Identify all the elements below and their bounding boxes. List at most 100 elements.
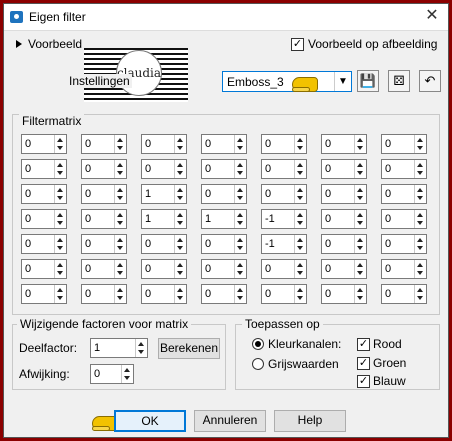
matrix-cell[interactable]: 0 xyxy=(81,284,127,304)
blue-checkbox[interactable]: ✓ xyxy=(357,375,370,388)
spinner-arrows-icon[interactable] xyxy=(354,235,366,253)
spinner-arrows-icon[interactable] xyxy=(294,185,306,203)
matrix-cell[interactable]: 0 xyxy=(21,209,67,229)
divisor-spinner[interactable]: 1 xyxy=(90,338,148,358)
spinner-arrows-icon[interactable] xyxy=(414,210,426,228)
spinner-arrows-icon[interactable] xyxy=(114,260,126,278)
matrix-cell[interactable]: 0 xyxy=(321,209,367,229)
matrix-cell[interactable]: 0 xyxy=(81,209,127,229)
matrix-cell[interactable]: 0 xyxy=(261,184,307,204)
spinner-arrows-icon[interactable] xyxy=(414,260,426,278)
matrix-cell[interactable]: -1 xyxy=(261,209,307,229)
spinner-arrows-icon[interactable] xyxy=(234,160,246,178)
ok-button[interactable]: OK xyxy=(114,410,186,432)
spinner-arrows-icon[interactable] xyxy=(114,160,126,178)
spinner-arrows-icon[interactable] xyxy=(414,160,426,178)
red-checkbox[interactable]: ✓ xyxy=(357,338,370,351)
green-checkbox[interactable]: ✓ xyxy=(357,357,370,370)
matrix-cell[interactable]: 0 xyxy=(321,184,367,204)
matrix-cell[interactable]: 0 xyxy=(201,284,247,304)
preset-dropdown[interactable]: Emboss_3 ▼ xyxy=(222,71,352,92)
spinner-arrows-icon[interactable] xyxy=(54,160,66,178)
matrix-cell[interactable]: 0 xyxy=(21,234,67,254)
matrix-cell[interactable]: 0 xyxy=(381,134,427,154)
save-preset-button[interactable]: 💾 xyxy=(357,70,379,92)
spinner-arrows-icon[interactable] xyxy=(174,285,186,303)
matrix-cell[interactable]: 0 xyxy=(141,284,187,304)
matrix-cell[interactable]: 0 xyxy=(21,159,67,179)
matrix-cell[interactable]: 0 xyxy=(201,134,247,154)
matrix-cell[interactable]: 0 xyxy=(381,159,427,179)
spinner-arrows-icon[interactable] xyxy=(174,135,186,153)
bias-spinner[interactable]: 0 xyxy=(90,364,134,384)
matrix-cell[interactable]: 0 xyxy=(141,134,187,154)
spinner-arrows-icon[interactable] xyxy=(54,185,66,203)
matrix-cell[interactable]: 0 xyxy=(21,134,67,154)
spinner-arrows-icon[interactable] xyxy=(294,210,306,228)
spinner-arrows-icon[interactable] xyxy=(121,365,133,383)
matrix-cell[interactable]: 0 xyxy=(141,234,187,254)
spinner-arrows-icon[interactable] xyxy=(354,135,366,153)
spinner-arrows-icon[interactable] xyxy=(174,235,186,253)
spinner-arrows-icon[interactable] xyxy=(54,210,66,228)
spinner-arrows-icon[interactable] xyxy=(354,260,366,278)
spinner-arrows-icon[interactable] xyxy=(114,235,126,253)
color-channels-radio[interactable] xyxy=(252,338,264,350)
help-button[interactable]: Help xyxy=(274,410,346,432)
matrix-cell[interactable]: 0 xyxy=(321,159,367,179)
reset-button[interactable]: ↶ xyxy=(419,70,441,92)
spinner-arrows-icon[interactable] xyxy=(54,260,66,278)
matrix-cell[interactable]: 0 xyxy=(321,284,367,304)
matrix-cell[interactable]: 0 xyxy=(81,134,127,154)
matrix-cell[interactable]: 0 xyxy=(261,259,307,279)
matrix-cell[interactable]: 0 xyxy=(21,259,67,279)
spinner-arrows-icon[interactable] xyxy=(234,135,246,153)
spinner-arrows-icon[interactable] xyxy=(234,210,246,228)
matrix-cell[interactable]: 0 xyxy=(81,184,127,204)
spinner-arrows-icon[interactable] xyxy=(354,160,366,178)
preview-label[interactable]: Voorbeeld xyxy=(28,37,82,51)
matrix-cell[interactable]: 0 xyxy=(321,134,367,154)
matrix-cell[interactable]: 1 xyxy=(201,209,247,229)
spinner-arrows-icon[interactable] xyxy=(114,185,126,203)
spinner-arrows-icon[interactable] xyxy=(354,185,366,203)
spinner-arrows-icon[interactable] xyxy=(414,185,426,203)
chevron-down-icon[interactable]: ▼ xyxy=(334,72,351,91)
spinner-arrows-icon[interactable] xyxy=(174,260,186,278)
matrix-cell[interactable]: 0 xyxy=(21,184,67,204)
matrix-cell[interactable]: 0 xyxy=(321,234,367,254)
matrix-cell[interactable]: 0 xyxy=(261,134,307,154)
spinner-arrows-icon[interactable] xyxy=(234,285,246,303)
expand-triangle-icon[interactable] xyxy=(16,40,22,48)
calculate-button[interactable]: Berekenen xyxy=(158,338,220,359)
cancel-button[interactable]: Annuleren xyxy=(194,410,266,432)
spinner-arrows-icon[interactable] xyxy=(174,210,186,228)
matrix-cell[interactable]: 0 xyxy=(381,259,427,279)
spinner-arrows-icon[interactable] xyxy=(135,339,147,357)
spinner-arrows-icon[interactable] xyxy=(294,285,306,303)
matrix-cell[interactable]: -1 xyxy=(261,234,307,254)
matrix-cell[interactable]: 0 xyxy=(381,184,427,204)
spinner-arrows-icon[interactable] xyxy=(294,235,306,253)
spinner-arrows-icon[interactable] xyxy=(414,135,426,153)
matrix-cell[interactable]: 0 xyxy=(201,184,247,204)
matrix-cell[interactable]: 0 xyxy=(141,159,187,179)
matrix-cell[interactable]: 0 xyxy=(21,284,67,304)
matrix-cell[interactable]: 0 xyxy=(141,259,187,279)
spinner-arrows-icon[interactable] xyxy=(354,285,366,303)
random-dice-button[interactable]: ⚄ xyxy=(388,70,410,92)
matrix-cell[interactable]: 1 xyxy=(141,209,187,229)
matrix-cell[interactable]: 0 xyxy=(201,259,247,279)
matrix-cell[interactable]: 0 xyxy=(201,159,247,179)
matrix-cell[interactable]: 0 xyxy=(381,209,427,229)
spinner-arrows-icon[interactable] xyxy=(234,185,246,203)
spinner-arrows-icon[interactable] xyxy=(414,235,426,253)
preview-on-image-checkbox[interactable]: ✓ xyxy=(291,38,304,51)
matrix-cell[interactable]: 0 xyxy=(321,259,367,279)
close-icon[interactable]: ✕ xyxy=(422,5,442,27)
spinner-arrows-icon[interactable] xyxy=(414,285,426,303)
grayscale-radio[interactable] xyxy=(252,358,264,370)
spinner-arrows-icon[interactable] xyxy=(54,285,66,303)
spinner-arrows-icon[interactable] xyxy=(294,260,306,278)
spinner-arrows-icon[interactable] xyxy=(234,235,246,253)
